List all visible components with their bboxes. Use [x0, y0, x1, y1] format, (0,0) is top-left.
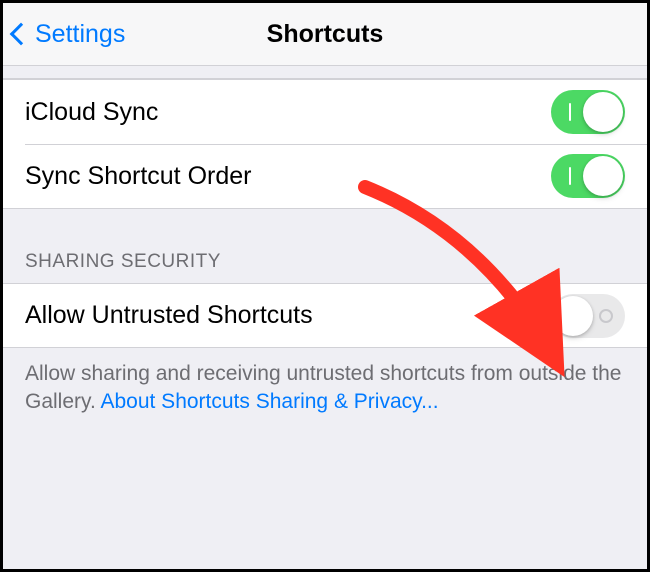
- icloud-sync-label: iCloud Sync: [25, 98, 158, 127]
- icloud-sync-toggle[interactable]: [551, 90, 625, 134]
- sync-order-label: Sync Shortcut Order: [25, 162, 251, 191]
- toggle-knob-icon: [583, 156, 623, 196]
- footer-link-about-privacy[interactable]: About Shortcuts Sharing & Privacy...: [100, 390, 438, 413]
- toggle-knob-icon: [553, 296, 593, 336]
- toggle-knob-icon: [583, 92, 623, 132]
- allow-untrusted-label: Allow Untrusted Shortcuts: [25, 301, 313, 330]
- toggle-off-indicator-icon: [599, 309, 613, 323]
- row-allow-untrusted: Allow Untrusted Shortcuts: [3, 283, 647, 348]
- allow-untrusted-toggle[interactable]: [551, 294, 625, 338]
- nav-header: Settings Shortcuts: [3, 3, 647, 66]
- chevron-left-icon: [10, 23, 33, 46]
- sync-order-toggle[interactable]: [551, 154, 625, 198]
- section-header-sharing-security: SHARING SECURITY: [3, 209, 647, 283]
- row-sync-order: Sync Shortcut Order: [3, 144, 647, 209]
- back-button[interactable]: Settings: [3, 20, 125, 49]
- toggle-on-indicator-icon: [569, 167, 571, 185]
- section-footer: Allow sharing and receiving untrusted sh…: [3, 348, 647, 447]
- group-spacer: [3, 66, 647, 79]
- toggle-on-indicator-icon: [569, 103, 571, 121]
- row-icloud-sync: iCloud Sync: [3, 79, 647, 144]
- back-button-label: Settings: [35, 20, 125, 49]
